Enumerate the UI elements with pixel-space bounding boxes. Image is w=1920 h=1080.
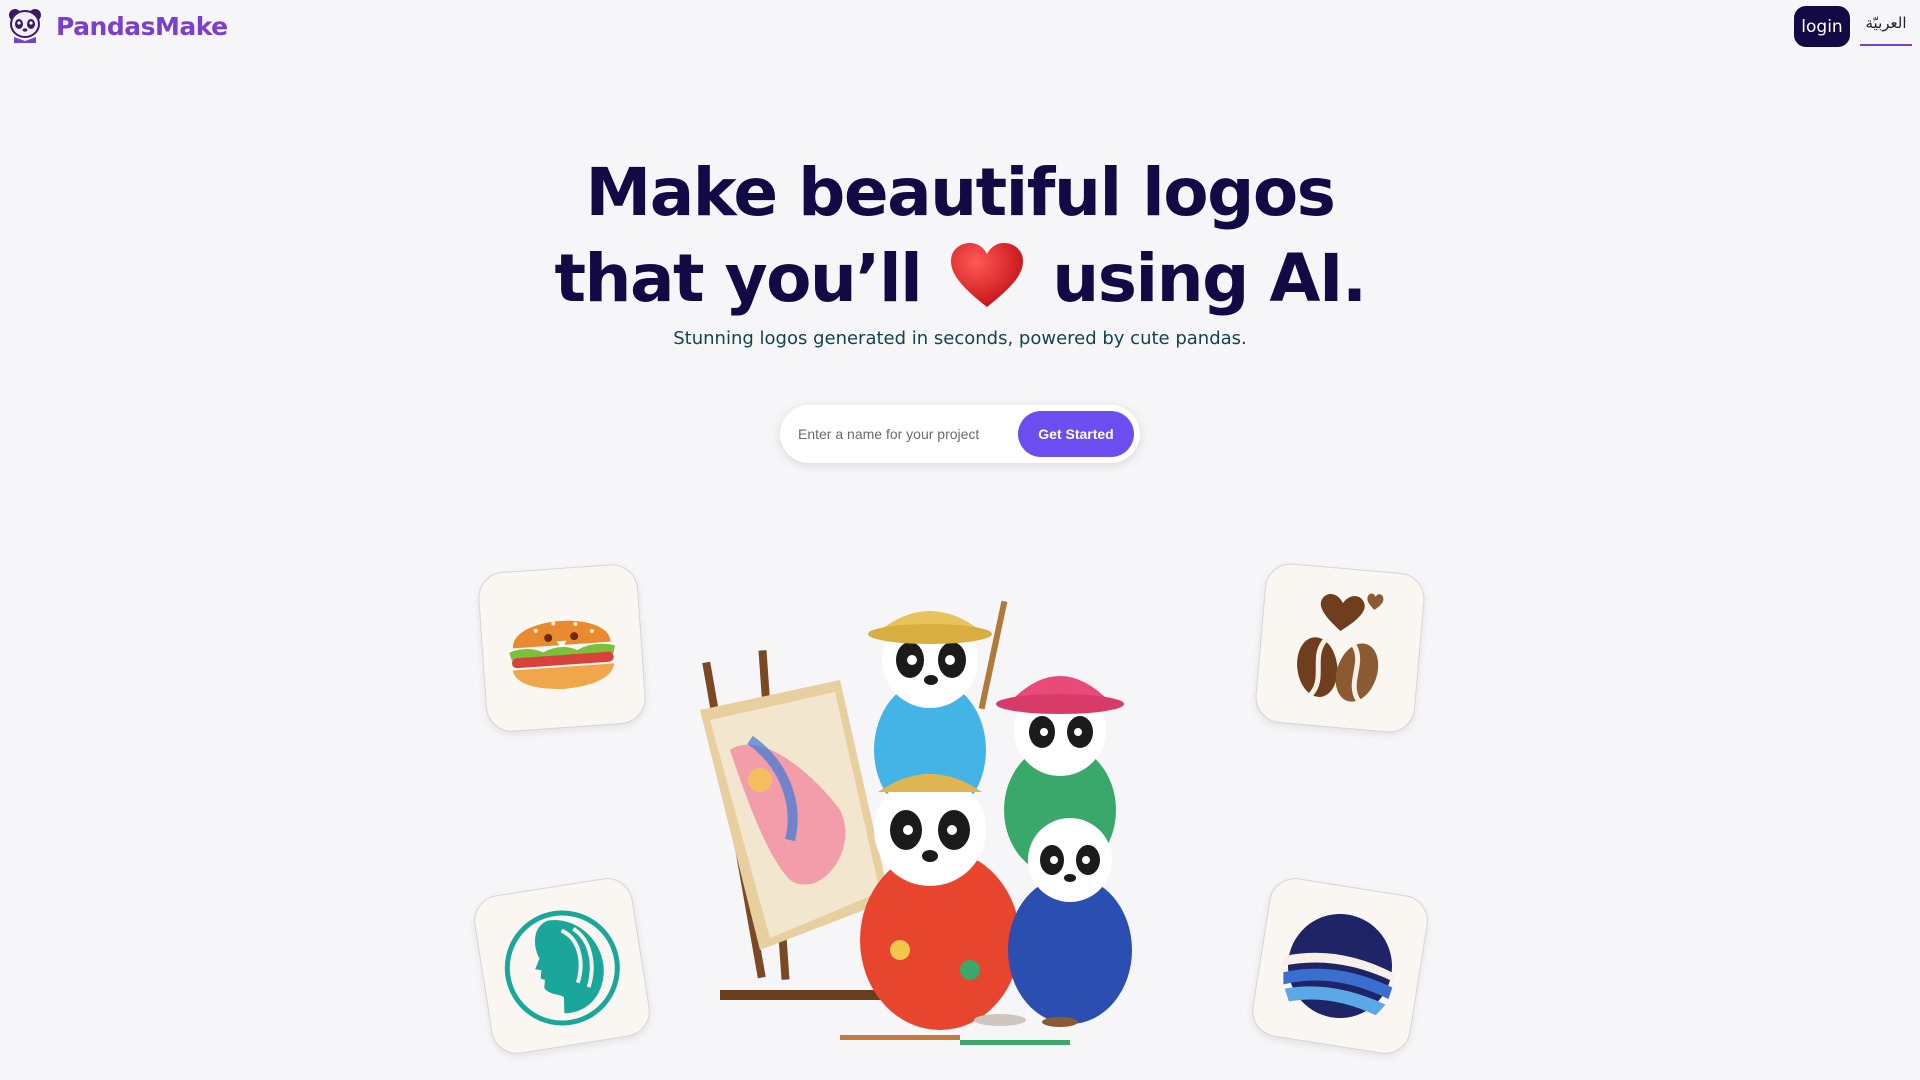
panda-logo-icon [9,9,41,43]
burger-logo-tile [476,562,648,734]
woman-profile-logo-tile [470,874,654,1058]
brand-name: PandasMake [56,11,228,41]
hero-subtitle: Stunning logos generated in seconds, pow… [673,328,1247,349]
woman-profile-logo-icon [504,910,620,1026]
waves-logo-icon [1282,914,1395,1019]
get-started-button[interactable]: Get Started [1018,411,1134,457]
burger-logo-icon [509,620,615,689]
top-nav: PandasMake login العربيّة [0,0,1920,52]
painting-pandas-illustration [700,600,1132,1045]
hero-title: Make beautiful logos that you’ll using A… [0,150,1920,322]
hero-title-line-1: Make beautiful logos [585,154,1336,231]
heart-icon [950,243,1023,307]
project-name-input[interactable] [798,419,998,449]
hero-title-line-2: that you’ll using AI. [0,236,1920,322]
coffee-beans-logo-icon [1297,593,1384,703]
login-button[interactable]: login [1794,6,1850,47]
language-switch-link[interactable]: العربيّة [1860,14,1912,46]
hero-title-text-before: that you’ll [554,240,922,317]
panda-front-icon [860,774,1020,1030]
project-form: Get Started [780,405,1140,463]
coffee-beans-logo-tile [1253,561,1427,735]
hero-title-text-after: using AI. [1052,240,1367,317]
waves-logo-tile [1248,874,1432,1058]
brand-link[interactable]: PandasMake [8,8,228,44]
